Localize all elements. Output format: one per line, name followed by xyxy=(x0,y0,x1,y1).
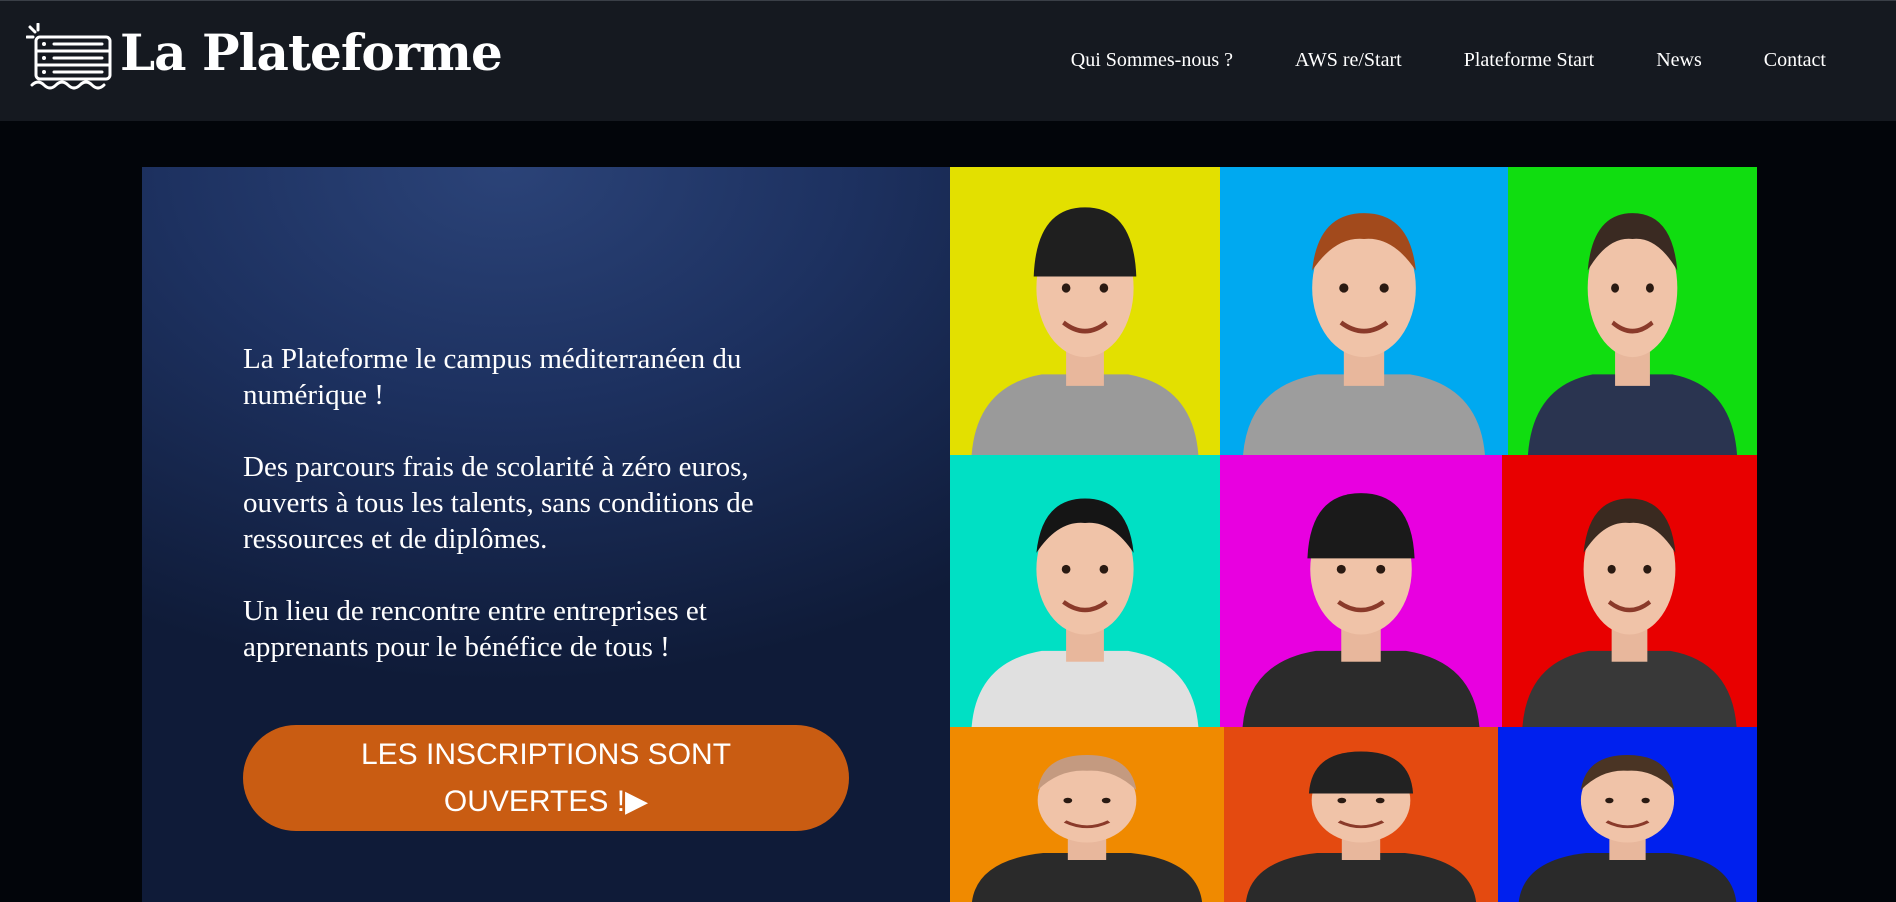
server-rack-icon xyxy=(26,23,112,90)
brand-name: La Plateforme xyxy=(120,23,503,82)
nav-link-plateforme-start[interactable]: Plateforme Start xyxy=(1464,49,1595,72)
portrait-illustration xyxy=(950,455,1220,727)
portrait-photo xyxy=(1220,167,1508,455)
portrait-illustration xyxy=(1224,727,1498,902)
portrait-illustration xyxy=(1502,455,1757,727)
nav-link-contact[interactable]: Contact xyxy=(1764,49,1826,72)
hero-meeting-place: Un lieu de rencontre entre entreprises e… xyxy=(243,595,707,663)
portrait-photo xyxy=(1502,455,1757,727)
hero-tagline: La Plateforme le campus méditerranéen du… xyxy=(243,343,742,411)
hero-description: Des parcours frais de scolarité à zéro e… xyxy=(243,451,754,555)
portrait-photo xyxy=(1508,167,1757,455)
portrait-illustration xyxy=(1508,167,1757,455)
main-nav: Qui Sommes-nous ? AWS re/Start Plateform… xyxy=(1009,49,1826,72)
portrait-illustration xyxy=(1220,167,1508,455)
portrait-photo xyxy=(1498,727,1757,902)
portrait-illustration xyxy=(1220,455,1502,727)
student-portrait-grid xyxy=(950,167,1757,902)
portrait-photo xyxy=(950,727,1224,902)
brand-logo[interactable]: La Plateforme xyxy=(26,23,503,91)
portrait-illustration xyxy=(950,167,1220,455)
hero-section: La Plateforme le campus méditerranéen du… xyxy=(142,167,1757,902)
portrait-photo xyxy=(950,167,1220,455)
portrait-photo xyxy=(1220,455,1502,727)
hero-text-panel: La Plateforme le campus méditerranéen du… xyxy=(142,167,950,902)
portrait-illustration xyxy=(950,727,1224,902)
registration-open-button[interactable]: LES INSCRIPTIONS SONT OUVERTES !▶ xyxy=(243,725,849,831)
nav-link-qui-sommes-nous[interactable]: Qui Sommes-nous ? xyxy=(1071,49,1233,72)
nav-link-news[interactable]: News xyxy=(1656,49,1702,72)
hero-copy: La Plateforme le campus méditerranéen du… xyxy=(243,341,823,701)
portrait-photo xyxy=(950,455,1220,727)
nav-link-aws-restart[interactable]: AWS re/Start xyxy=(1295,49,1402,72)
portrait-illustration xyxy=(1498,727,1757,902)
portrait-photo xyxy=(1224,727,1498,902)
top-navbar: La Plateforme Qui Sommes-nous ? AWS re/S… xyxy=(0,0,1896,121)
